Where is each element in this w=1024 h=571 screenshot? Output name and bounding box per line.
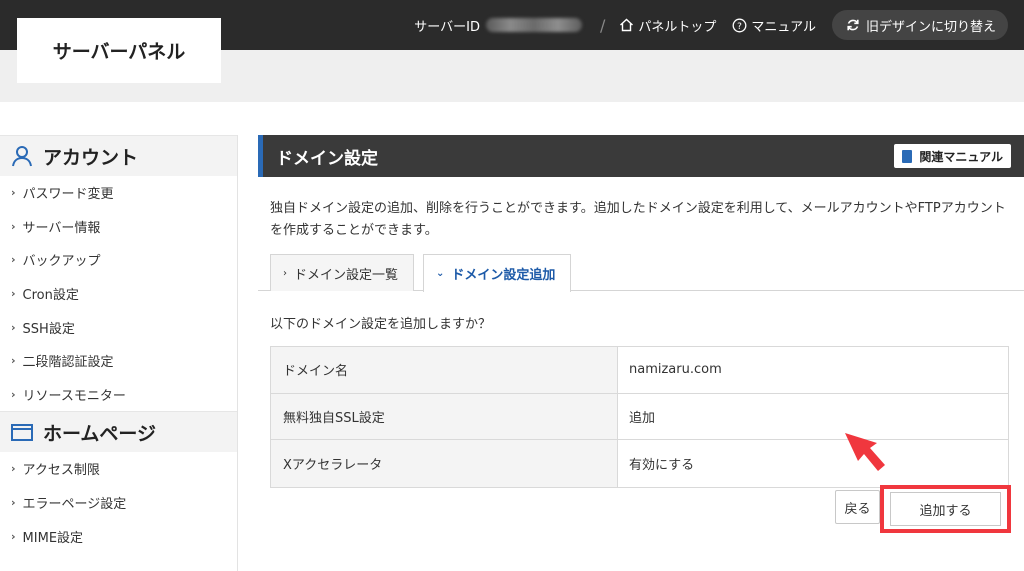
chevron-right-icon: › <box>11 462 16 476</box>
tab-bar: › ドメイン設定一覧 ⌄ ドメイン設定追加 <box>258 254 1024 292</box>
server-id-value-redacted <box>485 18 582 32</box>
related-manual-label: 関連マニュアル <box>919 149 1003 164</box>
sidebar-section-title: ホームページ <box>43 422 157 445</box>
manual-label: マニュアル <box>751 19 816 35</box>
tab-label: ドメイン設定追加 <box>451 268 556 283</box>
svg-text:?: ? <box>737 22 742 32</box>
home-icon <box>620 18 634 32</box>
table-row: 無料独自SSL設定 追加 <box>271 393 1008 440</box>
sidebar-item-label: サーバー情報 <box>22 220 101 236</box>
sidebar-section-account: アカウント <box>0 135 237 176</box>
sidebar-item-server-info[interactable]: › サーバー情報 <box>0 210 237 244</box>
confirm-table: ドメイン名 namizaru.com 無料独自SSL設定 追加 Xアクセラレータ… <box>270 346 1009 488</box>
sidebar-item-access-control[interactable]: › アクセス制限 <box>0 452 237 486</box>
nav-separator: / <box>599 15 606 35</box>
related-manual-button[interactable]: 関連マニュアル <box>894 144 1011 168</box>
row-value: 有効にする <box>629 457 695 473</box>
add-button-highlight: 追加する <box>880 485 1011 533</box>
confirm-message: 以下のドメイン設定を追加しますか？ <box>270 317 492 332</box>
sidebar-item-label: アクセス制限 <box>22 463 100 479</box>
top-nav: サーバーID / パネルトップ ? マニュアル 旧デザインに切り替え <box>414 10 1008 40</box>
user-icon <box>12 146 32 167</box>
arrow-pointer-icon <box>845 433 885 471</box>
window-icon <box>11 424 33 442</box>
tab-domain-add[interactable]: ⌄ ドメイン設定追加 <box>423 254 571 292</box>
server-id-label: サーバーID <box>414 19 480 35</box>
sidebar-item-cron[interactable]: › Cron設定 <box>0 277 237 311</box>
book-icon <box>902 149 913 163</box>
sidebar-item-label: Cron設定 <box>22 288 79 304</box>
old-design-button[interactable]: 旧デザインに切り替え <box>831 10 1008 40</box>
table-row: Xアクセラレータ 有効にする <box>271 440 1008 487</box>
sidebar-item-label: バックアップ <box>22 254 101 270</box>
panel-top-label: パネルトップ <box>638 19 717 35</box>
chevron-right-icon: › <box>11 320 16 334</box>
server-panel-logo[interactable]: サーバーパネル <box>17 18 221 83</box>
tab-domain-list[interactable]: › ドメイン設定一覧 <box>270 254 414 291</box>
row-label: 無料独自SSL設定 <box>271 393 618 439</box>
old-design-label: 旧デザインに切り替え <box>865 19 996 35</box>
sidebar-item-error-page[interactable]: › エラーページ設定 <box>0 486 237 520</box>
row-label: Xアクセラレータ <box>271 440 618 487</box>
chevron-right-icon: › <box>11 529 16 543</box>
tab-label: ドメイン設定一覧 <box>294 267 399 283</box>
manual-link[interactable]: ? マニュアル <box>732 16 816 35</box>
sidebar-item-label: MIME設定 <box>22 530 84 546</box>
sidebar-item-label: リソースモニター <box>22 388 126 404</box>
sidebar-section-title: アカウント <box>43 146 139 169</box>
sidebar-item-resource-monitor[interactable]: › リソースモニター <box>0 378 237 412</box>
sidebar: アカウント › パスワード変更 › サーバー情報 › バックアップ › Cron設定 ›… <box>0 135 238 571</box>
row-value: 追加 <box>629 410 656 426</box>
chevron-right-icon: › <box>11 496 16 510</box>
table-row: ドメイン名 namizaru.com <box>271 347 1008 394</box>
page-header: ドメイン設定 関連マニュアル <box>258 135 1024 177</box>
chevron-right-icon: › <box>11 354 16 368</box>
panel-top-link[interactable]: パネルトップ <box>619 16 716 35</box>
main-content: ドメイン設定 関連マニュアル 独自ドメイン設定の追加、削除を行うことができます。… <box>258 135 1024 533</box>
sidebar-item-password[interactable]: › パスワード変更 <box>0 176 237 210</box>
chevron-right-icon: › <box>11 387 16 401</box>
sidebar-item-two-factor[interactable]: › 二段階認証設定 <box>0 344 237 378</box>
back-button[interactable]: 戻る <box>835 490 880 524</box>
refresh-icon <box>847 19 859 31</box>
chevron-right-icon: › <box>11 219 16 233</box>
sidebar-item-mime[interactable]: › MIME設定 <box>0 519 237 553</box>
page-description: 独自ドメイン設定の追加、削除を行うことができます。追加したドメイン設定を利用して… <box>270 201 1006 238</box>
sidebar-item-ssh[interactable]: › SSH設定 <box>0 310 237 344</box>
chevron-right-icon: › <box>283 267 287 279</box>
sidebar-item-label: 二段階認証設定 <box>22 355 114 371</box>
page-title: ドメイン設定 <box>276 148 378 169</box>
row-value: namizaru.com <box>629 362 722 378</box>
help-icon: ? <box>732 18 747 32</box>
chevron-right-icon: › <box>11 186 16 200</box>
chevron-right-icon: › <box>11 287 16 301</box>
sidebar-item-label: パスワード変更 <box>22 187 114 203</box>
row-label: ドメイン名 <box>271 347 618 393</box>
chevron-down-icon: ⌄ <box>436 268 445 279</box>
sidebar-section-homepage: ホームページ <box>0 411 237 453</box>
add-button[interactable]: 追加する <box>890 492 1001 526</box>
chevron-right-icon: › <box>11 253 16 267</box>
sidebar-item-backup[interactable]: › バックアップ <box>0 243 237 277</box>
sidebar-item-label: SSH設定 <box>22 321 75 337</box>
sidebar-item-label: エラーページ設定 <box>22 497 127 513</box>
server-id: サーバーID <box>414 16 582 35</box>
